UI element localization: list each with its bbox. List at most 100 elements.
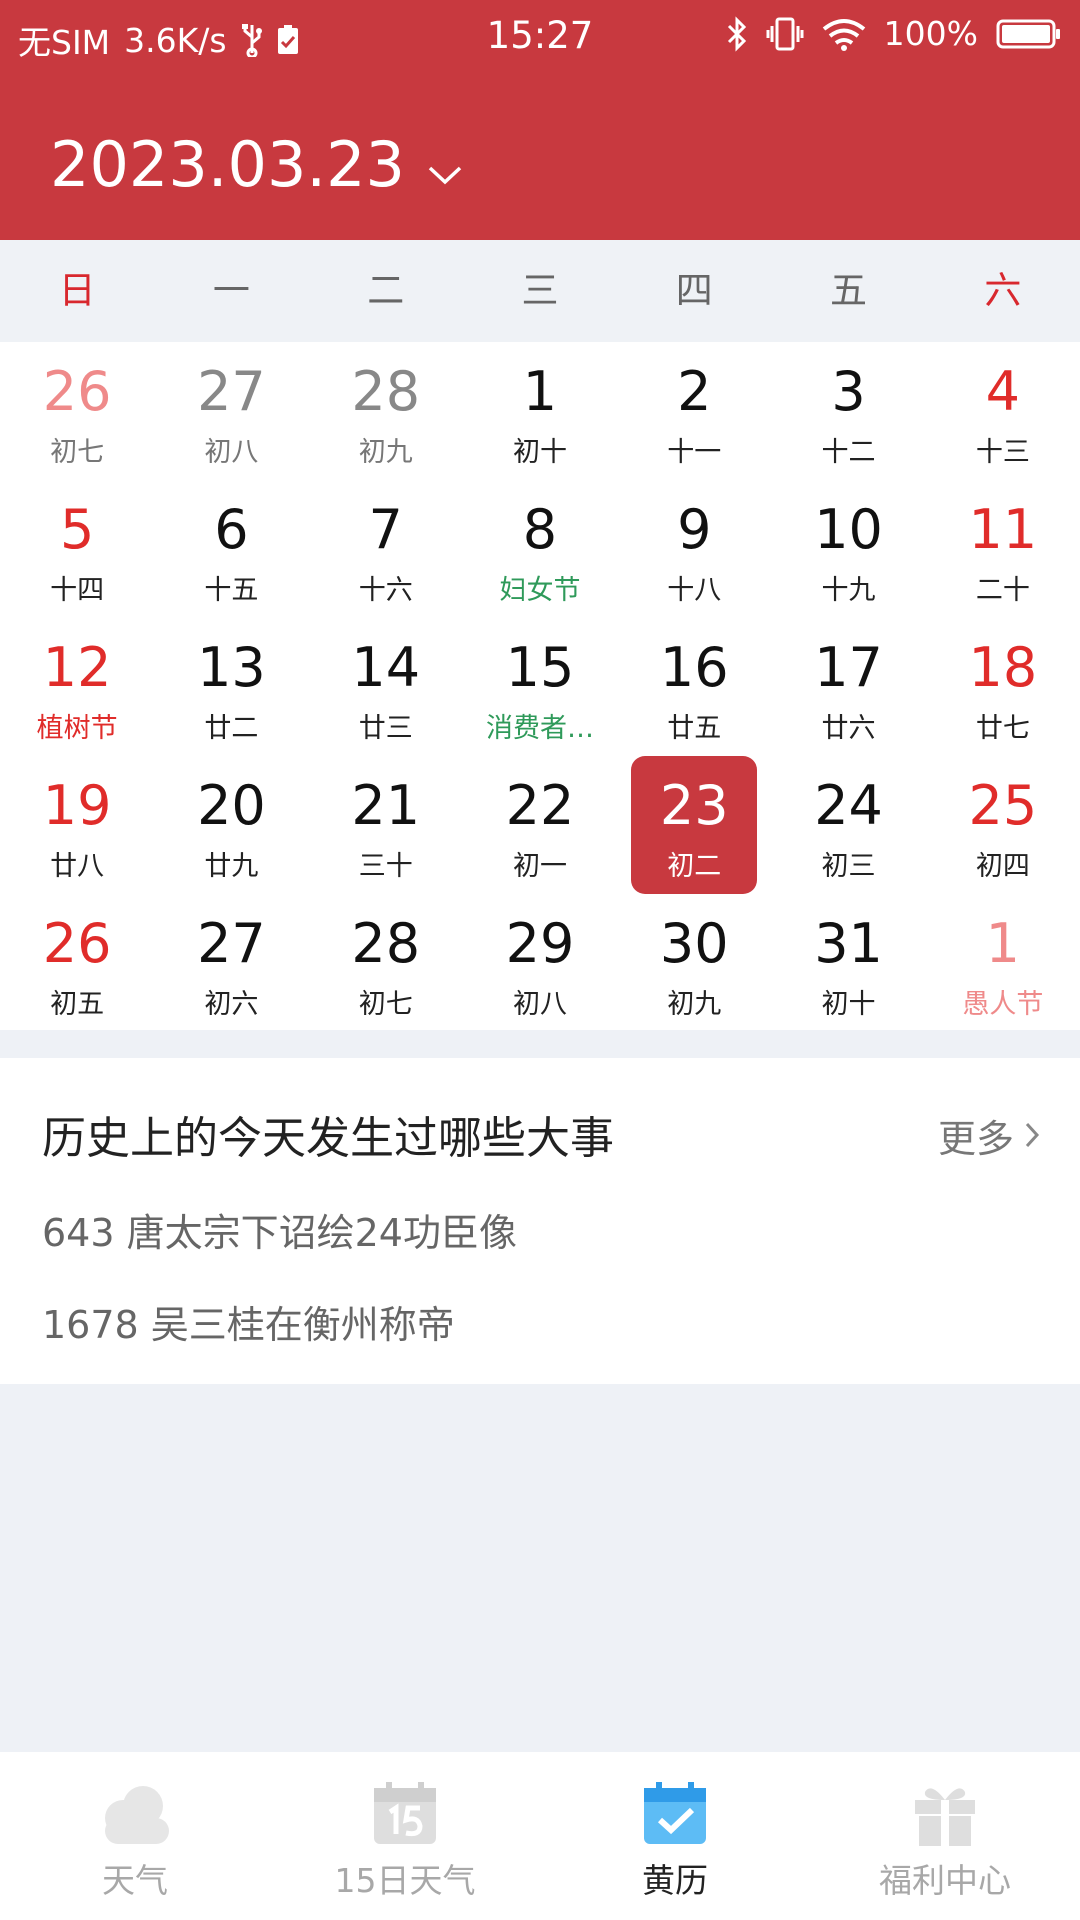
lunar-date: 初六: [204, 989, 259, 1020]
calendar-day[interactable]: 8 妇女节: [463, 480, 617, 618]
calendar-day[interactable]: 3 十二: [771, 342, 925, 480]
calendar-day[interactable]: 13 廿二: [154, 618, 308, 756]
calendar-day[interactable]: 2 十一: [617, 342, 771, 480]
day-cell-bg: 27 初八: [168, 342, 294, 480]
lunar-date: 廿八: [50, 851, 105, 882]
tab-rewards-center[interactable]: 福利中心: [810, 1752, 1080, 1920]
festival-label: 植树节: [36, 713, 118, 744]
day-cell-bg: 17 廿六: [785, 618, 911, 756]
calendar-day[interactable]: 17 廿六: [771, 618, 925, 756]
tab-label: 黄历: [642, 1861, 708, 1900]
day-cell-bg: 6 十五: [168, 480, 294, 618]
tab-weather[interactable]: 天气: [0, 1752, 270, 1920]
weekday-label: 五: [830, 269, 868, 312]
calendar-day[interactable]: 25 初四: [926, 756, 1080, 894]
current-date: 2023.03.23: [50, 128, 405, 201]
calendar-day[interactable]: 15 消费者…: [463, 618, 617, 756]
calendar-day[interactable]: 24 初三: [771, 756, 925, 894]
calendar-day[interactable]: 31 初十: [771, 894, 925, 1032]
calendar-day[interactable]: 30 初九: [617, 894, 771, 1032]
day-number: 25: [968, 774, 1038, 837]
day-cell-bg: 9 十八: [631, 480, 757, 618]
lunar-date: 初十: [821, 989, 876, 1020]
calendar-day[interactable]: 1 愚人节: [926, 894, 1080, 1032]
day-number: 27: [197, 360, 266, 423]
day-number: 1: [522, 360, 558, 423]
day-cell-bg: 8 妇女节: [477, 480, 603, 618]
day-cell-bg: 2 十一: [631, 342, 757, 480]
calendar-day[interactable]: 6 十五: [154, 480, 308, 618]
calendar-day[interactable]: 21 三十: [309, 756, 463, 894]
day-number: 20: [197, 774, 266, 837]
lunar-date: 三十: [358, 851, 413, 882]
day-cell-bg: 14 廿三: [323, 618, 449, 756]
calendar-day[interactable]: 16 廿五: [617, 618, 771, 756]
history-item[interactable]: 643 唐太宗下诏绘24功臣像: [42, 1202, 517, 1257]
calendar-week-row: 12 植树节 13 廿二 14 廿三 15 消费者… 16 廿五 17 廿六 18 廿七: [0, 618, 1080, 756]
lunar-date: 初一: [512, 851, 567, 882]
day-number: 28: [351, 360, 421, 423]
day-cell-bg: 23 初二: [631, 756, 758, 894]
calendar-day[interactable]: 26 初五: [0, 894, 154, 1032]
day-number: 8: [522, 498, 558, 561]
calendar-day[interactable]: 26 初七: [0, 342, 154, 480]
calendar-day[interactable]: 11 二十: [926, 480, 1080, 618]
bluetooth-icon: [726, 15, 748, 52]
calendar-day[interactable]: 27 初八: [154, 342, 308, 480]
festival-label: 愚人节: [962, 989, 1044, 1020]
history-item[interactable]: 1678 吴三桂在衡州称帝: [42, 1294, 455, 1349]
lunar-date: 十一: [667, 437, 722, 468]
calendar-day[interactable]: 22 初一: [463, 756, 617, 894]
calendar-day[interactable]: 28 初九: [309, 342, 463, 480]
lunar-date: 初七: [358, 989, 413, 1020]
lunar-date: 十九: [821, 575, 876, 606]
day-number: 31: [814, 912, 883, 975]
day-cell-bg: 28 初七: [323, 894, 449, 1032]
weekday-label: 一: [212, 269, 250, 312]
day-cell-bg: 1 愚人节: [940, 894, 1066, 1032]
weekday-label: 六: [984, 269, 1022, 312]
day-number: 28: [351, 912, 421, 975]
tab-label: 天气: [102, 1861, 168, 1900]
calendar-day[interactable]: 10 十九: [771, 480, 925, 618]
more-button[interactable]: 更多: [938, 1108, 1040, 1163]
calendar-day[interactable]: 27 初六: [154, 894, 308, 1032]
calendar-day[interactable]: 20 廿九: [154, 756, 308, 894]
lunar-date: 初七: [50, 437, 105, 468]
lunar-date: 初九: [358, 437, 413, 468]
day-cell-bg: 27 初六: [168, 894, 294, 1032]
tab-almanac[interactable]: 黄历: [540, 1752, 810, 1920]
day-cell-bg: 30 初九: [631, 894, 757, 1032]
calendar-day[interactable]: 5 十四: [0, 480, 154, 618]
history-title: 历史上的今天发生过哪些大事: [42, 1113, 614, 1164]
calendar-day-selected[interactable]: 23 初二: [617, 756, 771, 894]
day-number: 12: [42, 636, 112, 699]
calendar-day[interactable]: 29 初八: [463, 894, 617, 1032]
calendar-day[interactable]: 19 廿八: [0, 756, 154, 894]
weekday-header: 日 一 二 三 四 五 六: [0, 240, 1080, 342]
tab-15day-weather[interactable]: 15日天气: [270, 1752, 540, 1920]
day-cell-bg: 13 廿二: [168, 618, 294, 756]
battery-percent: 100%: [883, 14, 978, 53]
calendar-day[interactable]: 28 初七: [309, 894, 463, 1032]
calendar-day[interactable]: 12 植树节: [0, 618, 154, 756]
header-bar: 无SIM 3.6K/s 15:27 100% 2023.03.23: [0, 0, 1080, 240]
calendar-day[interactable]: 14 廿三: [309, 618, 463, 756]
day-cell-bg: 31 初十: [785, 894, 911, 1032]
calendar-day[interactable]: 9 十八: [617, 480, 771, 618]
day-cell-bg: 19 廿八: [14, 756, 140, 894]
day-number: 19: [42, 774, 112, 837]
weekday-label: 四: [675, 269, 713, 312]
calendar-day[interactable]: 1 初十: [463, 342, 617, 480]
day-cell-bg: 28 初九: [323, 342, 449, 480]
date-selector[interactable]: 2023.03.23: [50, 128, 463, 201]
day-number: 26: [42, 360, 112, 423]
lunar-date: 初八: [204, 437, 259, 468]
calendar-day[interactable]: 4 十三: [926, 342, 1080, 480]
tab-label: 福利中心: [879, 1861, 1011, 1900]
day-cell-bg: 4 十三: [940, 342, 1066, 480]
day-cell-bg: 26 初七: [14, 342, 140, 480]
calendar-day[interactable]: 18 廿七: [926, 618, 1080, 756]
calendar-week-row: 19 廿八 20 廿九 21 三十 22 初一 23 初二 24 初三 25 初四: [0, 756, 1080, 894]
calendar-day[interactable]: 7 十六: [309, 480, 463, 618]
